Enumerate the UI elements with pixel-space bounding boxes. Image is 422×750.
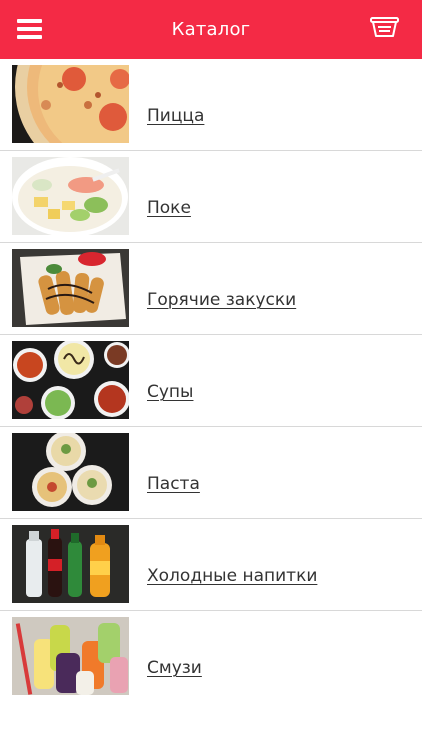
catalog-item-label: Холодные напитки [147, 566, 318, 586]
catalog-item-label: Поке [147, 198, 191, 218]
catalog-item-poke[interactable]: Поке [0, 151, 422, 243]
catalog-item-smoothies[interactable]: Смузи [0, 611, 422, 703]
smoothies-image [12, 617, 129, 695]
hot-snacks-image [12, 249, 129, 327]
hamburger-menu-icon[interactable] [17, 19, 42, 39]
pasta-image [12, 433, 129, 511]
app-header: Каталог [0, 0, 422, 59]
catalog-list: Пицца Поке Горячие закуски Супы Паста Хо… [0, 59, 422, 703]
pizza-image [12, 65, 129, 143]
cold-drinks-image [12, 525, 129, 603]
catalog-item-label: Супы [147, 382, 194, 402]
catalog-item-label: Паста [147, 474, 200, 494]
page-title: Каталог [171, 19, 251, 40]
catalog-item-pizza[interactable]: Пицца [0, 59, 422, 151]
catalog-item-label: Горячие закуски [147, 290, 297, 310]
catalog-item-label: Смузи [147, 658, 202, 678]
catalog-item-pasta[interactable]: Паста [0, 427, 422, 519]
catalog-item-cold-drinks[interactable]: Холодные напитки [0, 519, 422, 611]
poke-bowl-image [12, 157, 129, 235]
basket-icon[interactable] [369, 15, 400, 39]
soups-image [12, 341, 129, 419]
catalog-item-soups[interactable]: Супы [0, 335, 422, 427]
catalog-item-label: Пицца [147, 106, 205, 126]
catalog-item-hot-snacks[interactable]: Горячие закуски [0, 243, 422, 335]
